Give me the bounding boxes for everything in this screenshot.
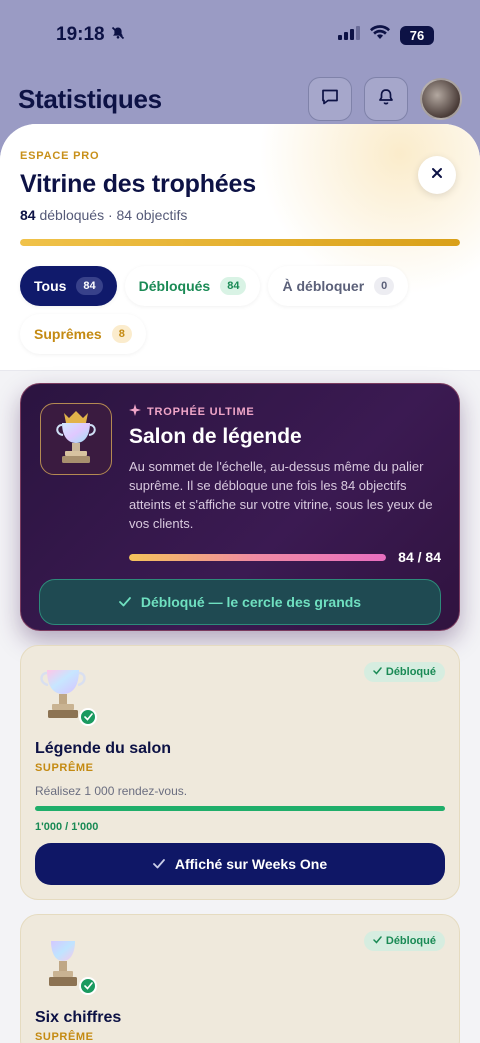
trophy-icon: [35, 668, 97, 726]
sheet-eyebrow: ESPACE PRO: [20, 150, 100, 162]
avatar[interactable]: [420, 78, 462, 120]
close-button[interactable]: [418, 156, 456, 194]
filter-chip-count: 84: [76, 277, 103, 295]
header-actions: [308, 77, 462, 121]
status-bar: 19:18 76: [0, 0, 480, 70]
trophy-progress-bar: [35, 806, 445, 811]
trophy-icon: [35, 937, 97, 995]
trophy-sheet: ESPACE PRO Vitrine des trophées 84 déblo…: [0, 124, 480, 1043]
trophy-tier: SUPRÊME: [35, 762, 94, 774]
trophy-progress-fill: [35, 806, 445, 811]
trophy-progress-text: 1'000 / 1'000: [35, 821, 99, 833]
ultimate-description: Au sommet de l'échelle, au-dessus même d…: [129, 459, 433, 531]
status-time-text: 19:18: [56, 24, 105, 45]
check-icon: [373, 666, 382, 678]
check-icon: [152, 856, 165, 872]
trophy-tier: SUPRÊME: [35, 1031, 94, 1043]
filter-chip-count: 8: [111, 325, 132, 343]
unlocked-badge: Débloqué: [363, 931, 445, 951]
display-button-label: Affiché sur Weeks One: [174, 856, 328, 872]
filter-chip-count: 84: [220, 277, 247, 295]
messages-button[interactable]: [308, 77, 352, 121]
filter-chip-all[interactable]: Tous 84: [20, 266, 117, 306]
unlocked-count: 84: [20, 207, 36, 223]
ultimate-progress-bar: [129, 553, 387, 561]
trophy-list: TROPHÉE ULTIME Salon de légende Au somme…: [0, 371, 480, 1043]
battery-indicator: 76: [400, 25, 434, 45]
filter-chip-count: 0: [374, 277, 395, 295]
filter-chip-to-unlock[interactable]: À débloquer 0: [268, 266, 409, 306]
unlocked-badge: Débloqué: [363, 662, 445, 682]
ultimate-trophy-body: TROPHÉE ULTIME Salon de légende Au somme…: [129, 404, 441, 565]
close-icon: [431, 166, 443, 184]
trophy-card[interactable]: Débloqué Six chiffres SUPRÊME: [20, 914, 460, 1043]
status-time: 19:18: [56, 24, 125, 46]
bell-icon: [376, 87, 396, 112]
trophy-description: Réalisez 1 000 rendez-vous.: [35, 784, 188, 798]
chat-icon: [320, 87, 340, 112]
filter-chip-supreme[interactable]: Suprêmes 8: [20, 314, 146, 354]
ultimate-eyebrow: TROPHÉE ULTIME: [129, 404, 441, 419]
ultimate-unlocked-button[interactable]: Débloqué — le cercle des grands: [39, 579, 441, 625]
subtitle-text: débloqués · 84 objectifs: [39, 207, 188, 223]
trophy-name: Six chiffres: [35, 1009, 122, 1026]
ultimate-title: Salon de légende: [129, 425, 302, 448]
cellular-signal-icon: [338, 25, 360, 45]
filter-chips: Tous 84 Débloqués 84 À débloquer 0 Suprê…: [20, 266, 460, 354]
page-title: Statistiques: [18, 83, 162, 114]
check-icon: [373, 935, 382, 947]
unlocked-badge-label: Débloqué: [385, 666, 436, 678]
ultimate-button-label: Débloqué — le cercle des grands: [140, 594, 362, 610]
trophy-name: Légende du salon: [35, 740, 172, 757]
ultimate-eyebrow-text: TROPHÉE ULTIME: [147, 405, 255, 418]
ultimate-progress-text: 84 / 84: [398, 549, 441, 565]
status-right: 76: [338, 25, 434, 45]
sheet-subtitle: 84 débloqués · 84 objectifs: [20, 207, 460, 223]
trophy-card[interactable]: Débloqué Légende du salon SUPRÊME Réalis…: [20, 645, 460, 900]
ultimate-trophy-card[interactable]: TROPHÉE ULTIME Salon de légende Au somme…: [20, 383, 460, 631]
filter-chip-label: Tous: [34, 278, 67, 294]
unlocked-badge-label: Débloqué: [385, 935, 436, 947]
filter-chip-label: Débloqués: [138, 278, 211, 294]
filter-chip-unlocked[interactable]: Débloqués 84: [124, 266, 261, 306]
ultimate-progress-fill: [129, 553, 387, 561]
app-header: Statistiques: [0, 74, 480, 124]
check-icon: [119, 594, 131, 610]
filter-chip-label: À débloquer: [282, 278, 365, 294]
ultimate-progress-row: 84 / 84: [129, 549, 441, 565]
notifications-button[interactable]: [364, 77, 408, 121]
wifi-icon: [370, 25, 390, 45]
displayed-on-profile-button[interactable]: Affiché sur Weeks One: [35, 843, 445, 885]
unlocked-check-icon: [79, 977, 97, 995]
sparkle-icon: [129, 404, 141, 419]
filter-chip-label: Suprêmes: [34, 326, 102, 342]
overall-progress-fill: [20, 239, 460, 246]
ultimate-trophy-icon: [40, 403, 112, 475]
sheet-header: ESPACE PRO Vitrine des trophées 84 déblo…: [0, 124, 480, 371]
unlocked-check-icon: [79, 708, 97, 726]
silent-bell-icon: [111, 24, 125, 46]
sheet-title: Vitrine des trophées: [20, 170, 256, 198]
overall-progress-bar: [20, 239, 460, 246]
